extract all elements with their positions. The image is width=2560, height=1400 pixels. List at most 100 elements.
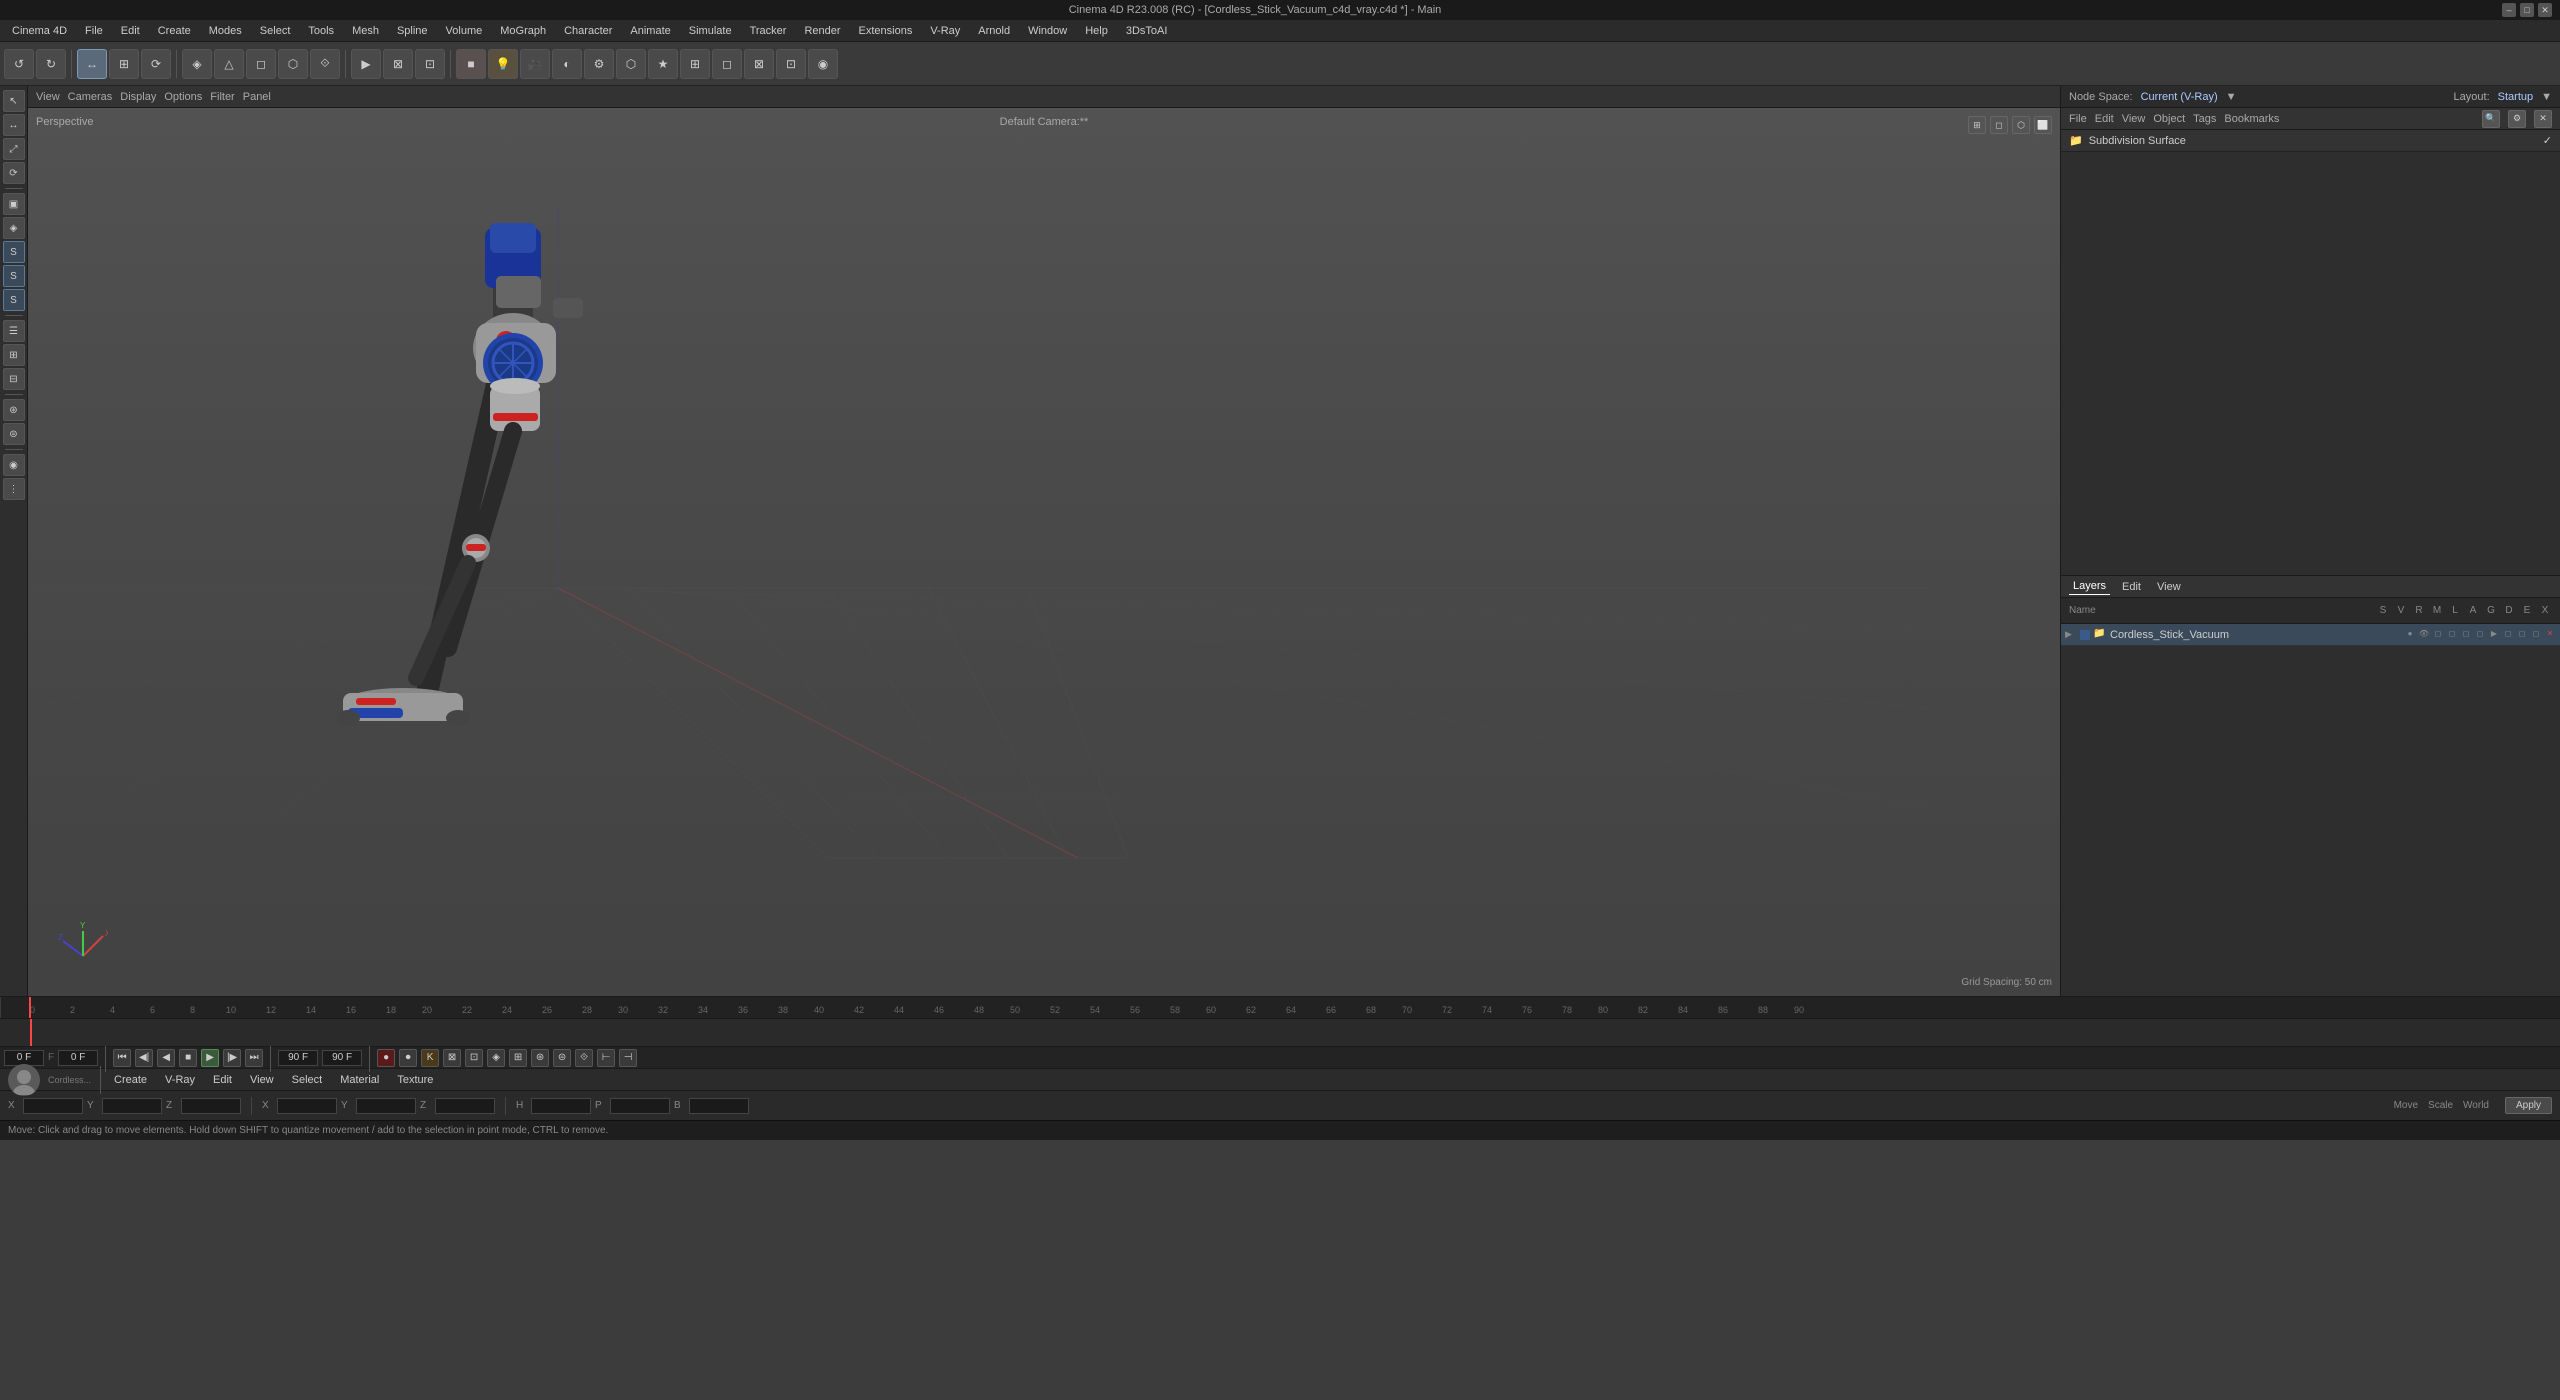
record-button[interactable]: ● <box>377 1049 395 1067</box>
mesh-tool-3[interactable]: S <box>3 241 25 263</box>
z2-input[interactable] <box>435 1098 495 1114</box>
key-button-6[interactable]: ⊛ <box>531 1049 549 1067</box>
viewport-canvas[interactable]: Perspective Default Camera:** ⊞ ◻ ⬡ ⬜ X … <box>28 108 2060 996</box>
add-light-button[interactable]: 💡 <box>488 49 518 79</box>
deform-tool-2[interactable]: ⊞ <box>3 344 25 366</box>
add-polygon-button[interactable]: ◐ <box>552 49 582 79</box>
auto-key-button[interactable]: ⏺ <box>399 1049 417 1067</box>
menu-file[interactable]: File <box>77 23 111 39</box>
render-settings-button[interactable]: ⊡ <box>415 49 445 79</box>
layers-tab[interactable]: Layers <box>2069 578 2110 595</box>
menu-mograph[interactable]: MoGraph <box>492 23 554 39</box>
key-button-10[interactable]: ⊣ <box>619 1049 637 1067</box>
viewport-filter-tab[interactable]: Filter <box>210 91 234 103</box>
menu-arnold[interactable]: Arnold <box>970 23 1018 39</box>
bottom-vray[interactable]: V-Ray <box>157 1072 203 1088</box>
extra-tool-2[interactable]: ⋮ <box>3 478 25 500</box>
menu-mesh[interactable]: Mesh <box>344 23 387 39</box>
layer-expand-icon[interactable]: ▶ <box>2065 629 2077 640</box>
prev-key-button[interactable]: ◀| <box>135 1049 153 1067</box>
sculpt-tool-2[interactable]: ⊜ <box>3 423 25 445</box>
play-button[interactable]: ▶ <box>201 1049 219 1067</box>
viewport-control-3[interactable]: ⬡ <box>2012 116 2030 134</box>
maximize-button[interactable]: □ <box>2520 3 2534 17</box>
layer-item[interactable]: ▶ 📁 Cordless_Stick_Vacuum ● 👁 ◻ ◻ ◻ ◻ <box>2061 624 2560 646</box>
frame-current-2-input[interactable] <box>322 1050 362 1066</box>
viewport-control-1[interactable]: ⊞ <box>1968 116 1986 134</box>
x2-input[interactable] <box>277 1098 337 1114</box>
apply-button[interactable]: Apply <box>2505 1097 2552 1114</box>
menu-cinema4d[interactable]: Cinema 4D <box>4 23 75 39</box>
layer-lock-icon[interactable]: ◻ <box>2446 629 2458 641</box>
menu-volume[interactable]: Volume <box>438 23 491 39</box>
param2-button[interactable]: ◉ <box>808 49 838 79</box>
menu-help[interactable]: Help <box>1077 23 1116 39</box>
mesh-tool-5[interactable]: S <box>3 289 25 311</box>
viewport-panel-tab[interactable]: Panel <box>243 91 271 103</box>
play-reverse-button[interactable]: ◀ <box>157 1049 175 1067</box>
key-button-9[interactable]: ⊢ <box>597 1049 615 1067</box>
point-mode-button[interactable]: △ <box>214 49 244 79</box>
layers-view-tab[interactable]: View <box>2153 579 2185 595</box>
menu-tools[interactable]: Tools <box>300 23 342 39</box>
bottom-view[interactable]: View <box>242 1072 282 1088</box>
uv-mode-button[interactable]: ⟐ <box>310 49 340 79</box>
key-button-3[interactable]: ⊡ <box>465 1049 483 1067</box>
menu-create[interactable]: Create <box>150 23 199 39</box>
mesh-tool-2[interactable]: ◈ <box>3 217 25 239</box>
add-effector-button[interactable]: ★ <box>648 49 678 79</box>
y-input[interactable] <box>102 1098 162 1114</box>
layer-d-icon[interactable]: ◻ <box>2502 629 2514 641</box>
attr-edit-tab[interactable]: Edit <box>2095 113 2114 125</box>
object-mode-button[interactable]: ◈ <box>182 49 212 79</box>
key-button-1[interactable]: K <box>421 1049 439 1067</box>
layer-e-icon[interactable]: ◻ <box>2516 629 2528 641</box>
viewport-maximize-button[interactable]: ⬜ <box>2034 116 2052 134</box>
extra-tool[interactable]: ◉ <box>3 454 25 476</box>
select-tool[interactable]: ↖ <box>3 90 25 112</box>
close-button[interactable]: ✕ <box>2538 3 2552 17</box>
bottom-texture[interactable]: Texture <box>389 1072 441 1088</box>
timeline-track[interactable] <box>0 1019 2560 1046</box>
attr-tags-tab[interactable]: Tags <box>2193 113 2216 125</box>
layer-anim-icon[interactable]: ◻ <box>2460 629 2472 641</box>
sculpt-tool-1[interactable]: ⊛ <box>3 399 25 421</box>
attr-file-tab[interactable]: File <box>2069 113 2087 125</box>
viewport-options-tab[interactable]: Options <box>164 91 202 103</box>
menu-animate[interactable]: Animate <box>622 23 678 39</box>
layer-render-icon[interactable]: ◻ <box>2432 629 2444 641</box>
polygon-mode-button[interactable]: ⬡ <box>278 49 308 79</box>
viewport-area[interactable]: View Cameras Display Options Filter Pane… <box>28 86 2060 996</box>
frame-current-input[interactable] <box>278 1050 318 1066</box>
bottom-create[interactable]: Create <box>106 1072 155 1088</box>
mesh-tool-4[interactable]: S <box>3 265 25 287</box>
layout-dropdown-icon[interactable]: ▼ <box>2541 91 2552 103</box>
stop-button[interactable]: ■ <box>179 1049 197 1067</box>
attr-settings-button[interactable]: ⚙ <box>2508 110 2526 128</box>
menu-render[interactable]: Render <box>796 23 848 39</box>
viewport-control-2[interactable]: ◻ <box>1990 116 2008 134</box>
snapping-button[interactable]: ⊠ <box>744 49 774 79</box>
rotate-tool-button[interactable]: ⊞ <box>109 49 139 79</box>
p-input[interactable] <box>610 1098 670 1114</box>
layer-solo-icon[interactable]: ● <box>2404 629 2416 641</box>
key-button-4[interactable]: ◈ <box>487 1049 505 1067</box>
add-deformer-button[interactable]: ⬡ <box>616 49 646 79</box>
move-tool[interactable]: ↔ <box>3 114 25 136</box>
menu-spline[interactable]: Spline <box>389 23 436 39</box>
b-input[interactable] <box>689 1098 749 1114</box>
key-button-2[interactable]: ⊠ <box>443 1049 461 1067</box>
h-input[interactable] <box>531 1098 591 1114</box>
deform-tool-1[interactable]: ☰ <box>3 320 25 342</box>
render-view-button[interactable]: ▶ <box>351 49 381 79</box>
deform-tool-3[interactable]: ⊟ <box>3 368 25 390</box>
viewport-view-tab[interactable]: View <box>36 91 60 103</box>
y2-input[interactable] <box>356 1098 416 1114</box>
menu-edit[interactable]: Edit <box>113 23 148 39</box>
add-spline-button[interactable]: ⚙ <box>584 49 614 79</box>
layer-close-icon[interactable]: ✕ <box>2544 629 2556 641</box>
attr-bookmarks-tab[interactable]: Bookmarks <box>2224 113 2279 125</box>
menu-extensions[interactable]: Extensions <box>851 23 921 39</box>
layer-x-icon[interactable]: ◻ <box>2530 629 2542 641</box>
scale-tool[interactable]: ⤢ <box>3 138 25 160</box>
